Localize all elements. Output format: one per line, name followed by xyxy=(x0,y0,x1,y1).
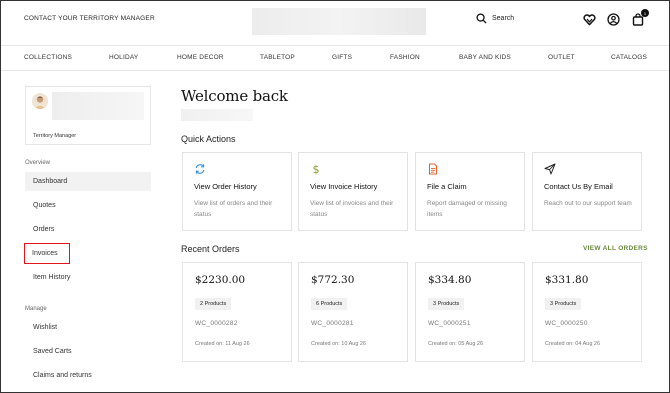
document-icon xyxy=(429,163,437,175)
order-id: WC_0000250 xyxy=(545,320,588,327)
sidebar-item-item-history[interactable]: Item History xyxy=(25,268,151,287)
quick-action-title: View Order History xyxy=(194,182,257,191)
svg-text:$: $ xyxy=(313,163,320,175)
nav-holiday[interactable]: HOLIDAY xyxy=(109,54,138,61)
quick-action-view-invoice-history[interactable]: $ View Invoice History View list of invo… xyxy=(298,152,408,231)
top-bar: CONTACT YOUR TERRITORY MANAGER Search 1 xyxy=(1,1,669,45)
order-amount: $331.80 xyxy=(545,274,589,286)
avatar xyxy=(32,93,48,109)
order-amount: $772.30 xyxy=(311,274,355,286)
account-icon[interactable] xyxy=(606,12,621,27)
sidebar-item-saved-carts[interactable]: Saved Carts xyxy=(25,342,151,361)
nav-baby-and-kids[interactable]: BABY AND KIDS xyxy=(459,54,511,61)
nav-outlet[interactable]: OUTLET xyxy=(548,54,575,61)
order-card[interactable]: $772.30 6 Products WC_0000281 Created on… xyxy=(298,262,408,362)
quick-action-description: Report damaged or missing items xyxy=(427,200,507,218)
user-role: Territory Manager xyxy=(33,133,77,139)
quick-action-title: Contact Us By Email xyxy=(544,182,613,191)
nav-collections[interactable]: COLLECTIONS xyxy=(24,54,72,61)
order-id: WC_0000282 xyxy=(195,320,238,327)
quick-action-title: File a Claim xyxy=(427,182,467,191)
nav-tabletop[interactable]: TABLETOP xyxy=(260,54,295,61)
wishlist-heart-icon[interactable] xyxy=(582,12,597,27)
cart-button[interactable]: 1 xyxy=(630,9,649,27)
order-id: WC_0000281 xyxy=(311,320,354,327)
contact-territory-manager-link[interactable]: CONTACT YOUR TERRITORY MANAGER xyxy=(24,15,155,22)
cart-count-badge: 1 xyxy=(641,9,649,17)
order-amount: $334.80 xyxy=(428,274,472,286)
quick-action-contact-us-by-email[interactable]: Contact Us By Email Reach out to our sup… xyxy=(532,152,642,231)
main-nav: COLLECTIONS HOLIDAY HOME DECOR TABLETOP … xyxy=(1,45,669,71)
order-created-date: Created on: 10 Aug 26 xyxy=(311,341,367,347)
order-id: WC_0000251 xyxy=(428,320,471,327)
welcome-name-placeholder xyxy=(181,109,253,121)
sidebar-item-invoices[interactable]: Invoices xyxy=(24,243,70,264)
dollar-icon: $ xyxy=(313,163,320,175)
order-card[interactable]: $334.80 3 Products WC_0000251 Created on… xyxy=(415,262,525,362)
product-count-badge: 3 Products xyxy=(428,298,465,310)
manage-section-label: Manage xyxy=(25,306,47,312)
nav-home-decor[interactable]: HOME DECOR xyxy=(177,54,224,61)
profile-card: Territory Manager xyxy=(25,86,151,145)
refresh-icon xyxy=(195,164,205,174)
order-created-date: Created on: 04 Aug 26 xyxy=(545,341,601,347)
app-frame: CONTACT YOUR TERRITORY MANAGER Search 1 … xyxy=(0,0,670,393)
nav-gifts[interactable]: GIFTS xyxy=(332,54,352,61)
order-created-date: Created on: 05 Aug 26 xyxy=(428,341,484,347)
order-card[interactable]: $331.80 3 Products WC_0000250 Created on… xyxy=(532,262,642,362)
quick-action-view-order-history[interactable]: View Order History View list of orders a… xyxy=(182,152,292,231)
view-all-orders-link[interactable]: VIEW ALL ORDERS xyxy=(583,245,648,252)
sidebar-item-wishlist[interactable]: Wishlist xyxy=(25,318,151,337)
quick-action-description: View list of orders and their status xyxy=(194,200,273,218)
order-card[interactable]: $2230.00 2 Products WC_0000282 Created o… xyxy=(182,262,292,362)
search-button[interactable]: Search xyxy=(476,13,514,24)
product-count-badge: 6 Products xyxy=(311,298,348,310)
order-amount: $2230.00 xyxy=(195,274,246,286)
search-label: Search xyxy=(492,15,515,22)
sidebar-item-orders[interactable]: Orders xyxy=(25,220,151,239)
header-icons: 1 xyxy=(582,9,649,27)
search-icon xyxy=(476,13,487,24)
product-count-badge: 3 Products xyxy=(545,298,582,310)
overview-section-label: Overview xyxy=(25,160,51,166)
user-name-placeholder xyxy=(52,92,144,120)
quick-action-file-a-claim[interactable]: File a Claim Report damaged or missing i… xyxy=(415,152,525,231)
quick-action-description: View list of invoices and their status xyxy=(310,200,394,218)
quick-action-title: View Invoice History xyxy=(310,182,378,191)
nav-catalogs[interactable]: CATALOGS xyxy=(611,54,647,61)
nav-fashion[interactable]: FASHION xyxy=(390,54,420,61)
quick-action-description: Reach out to our support team xyxy=(544,200,632,207)
sidebar-item-quotes[interactable]: Quotes xyxy=(25,196,151,215)
sidebar-item-dashboard[interactable]: Dashboard xyxy=(25,172,151,191)
product-count-badge: 2 Products xyxy=(195,298,232,310)
quick-actions-title: Quick Actions xyxy=(181,134,236,144)
order-created-date: Created on: 11 Aug 26 xyxy=(195,341,250,347)
welcome-heading: Welcome back xyxy=(181,87,288,105)
recent-orders-title: Recent Orders xyxy=(181,244,240,254)
brand-logo[interactable] xyxy=(252,8,426,35)
send-icon xyxy=(544,163,556,175)
sidebar-item-claims-and-returns[interactable]: Claims and returns xyxy=(25,366,151,385)
